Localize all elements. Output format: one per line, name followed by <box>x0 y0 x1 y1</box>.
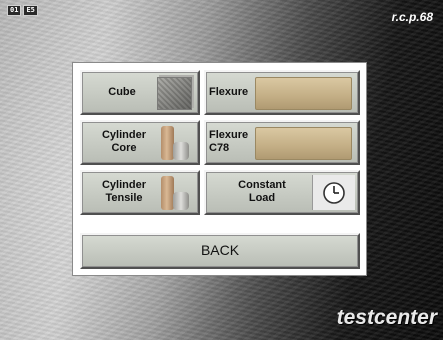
flexure-c78-label-line2: C78 <box>209 142 230 154</box>
cube-label: Cube <box>108 86 136 98</box>
cylinder-core-button[interactable]: Cylinder Core <box>80 120 200 165</box>
constant-load-label-line1: Constant <box>238 179 286 191</box>
beam-specimen-icon <box>255 127 352 160</box>
constant-load-button[interactable]: Constant Load <box>204 170 360 215</box>
flexure-button[interactable]: Flexure <box>204 70 360 115</box>
cylinder-specimen-icon <box>159 176 191 211</box>
flexure-c78-label-line1: Flexure <box>209 129 249 141</box>
status-indicator: 01 E5 <box>7 5 38 16</box>
brand-logo: testcenter <box>336 306 437 329</box>
cylinder-specimen-icon <box>159 126 191 161</box>
cylinder-core-label-line2: Core <box>111 142 137 154</box>
cylinder-tensile-label: Cylinder Tensile <box>86 179 162 205</box>
version-label: r.c.p.68 <box>391 10 433 24</box>
cylinder-tensile-button[interactable]: Cylinder Tensile <box>80 170 200 215</box>
beam-specimen-icon <box>255 77 352 110</box>
constant-load-label: Constant Load <box>210 179 314 205</box>
cylinder-core-label: Cylinder Core <box>86 129 162 155</box>
status-indicator-left: 01 <box>7 5 22 16</box>
flexure-label: Flexure <box>209 86 249 98</box>
app-screen: 01 E5 r.c.p.68 Cube Flexure Cylinder Cor… <box>0 0 443 340</box>
status-indicator-right: E5 <box>23 5 38 16</box>
clock-icon <box>312 175 355 210</box>
test-type-menu: Cube Flexure Cylinder Core Flexure C78 C… <box>72 62 367 276</box>
cube-specimen-icon <box>157 77 192 110</box>
flexure-c78-label: Flexure C78 <box>209 129 248 155</box>
cylinder-core-label-line1: Cylinder <box>101 129 146 141</box>
cylinder-tensile-label-line2: Tensile <box>105 192 143 204</box>
flexure-c78-button[interactable]: Flexure C78 <box>204 120 360 165</box>
cube-button[interactable]: Cube <box>80 70 200 115</box>
back-button[interactable]: BACK <box>80 233 360 269</box>
back-label: BACK <box>200 242 240 258</box>
constant-load-label-line2: Load <box>248 192 276 204</box>
cylinder-tensile-label-line1: Cylinder <box>101 179 146 191</box>
